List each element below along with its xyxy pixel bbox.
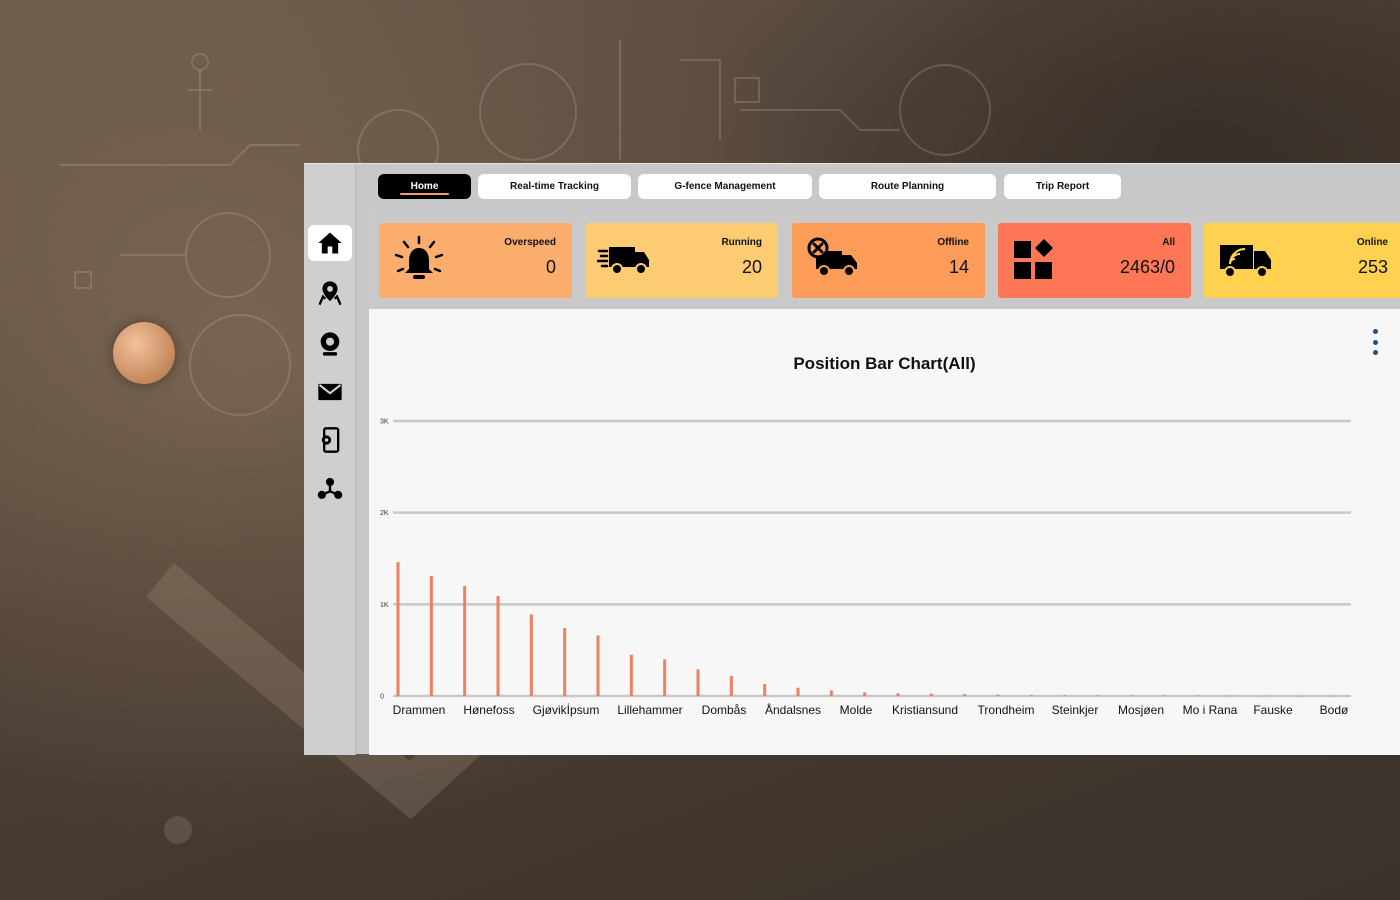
bar[interactable] — [1029, 694, 1033, 696]
sidebar-item-camera[interactable] — [308, 326, 352, 362]
bar[interactable] — [529, 614, 533, 696]
y-tick-label: 0 — [380, 694, 384, 701]
map-pin-icon — [318, 281, 342, 306]
card-value: 20 — [741, 257, 762, 277]
bar[interactable] — [463, 586, 467, 696]
sidebar-item-device-settings[interactable] — [308, 422, 352, 458]
chart-plot: 0 1K 2K 3K Drammen Hønefoss Gjøvikİpsum Lilleha… — [380, 419, 1351, 717]
mobile-settings-icon — [321, 427, 340, 453]
bar[interactable] — [829, 690, 833, 697]
bar[interactable] — [963, 694, 967, 696]
card-running[interactable]: Running 20 — [585, 223, 778, 298]
bar[interactable] — [629, 654, 633, 696]
y-tick-label: 2K — [380, 510, 389, 517]
x-tick-label: Åndalsnes — [765, 702, 821, 717]
bar[interactable] — [1129, 695, 1133, 696]
x-tick-label: Dombås — [702, 703, 747, 717]
bar[interactable] — [563, 628, 567, 696]
card-label: Online — [1356, 237, 1388, 248]
sidebar-item-tracking[interactable] — [308, 275, 352, 311]
alarm-bell-icon — [394, 235, 444, 279]
card-value: 14 — [948, 257, 969, 277]
bar[interactable] — [1329, 695, 1333, 697]
network-icon — [317, 477, 343, 499]
main-content: Overspeed 0 Running 20 Offline 14 All 24… — [369, 213, 1400, 755]
card-label: Overspeed — [504, 237, 556, 248]
bar[interactable] — [763, 684, 767, 696]
card-label: Running — [721, 237, 762, 248]
bar[interactable] — [1096, 695, 1100, 696]
card-online[interactable]: Online 253 — [1204, 223, 1400, 298]
x-tick-label: Drammen — [393, 703, 446, 717]
bar[interactable] — [429, 575, 433, 696]
tab-label: Route Planning — [870, 181, 945, 192]
tab-g-fence-management[interactable]: G-fence Management — [638, 174, 812, 199]
x-tick-label: Molde — [840, 703, 873, 717]
x-tick-label: Mosjøen — [1118, 703, 1164, 717]
bar[interactable] — [696, 669, 700, 696]
x-tick-label: Lillehammer — [617, 703, 682, 717]
bar[interactable] — [1296, 695, 1300, 697]
bar[interactable] — [896, 693, 900, 696]
bar[interactable] — [396, 562, 400, 696]
card-label: All — [1162, 237, 1175, 248]
card-value: 2463/0 — [1119, 257, 1175, 277]
bar[interactable] — [996, 694, 1000, 696]
truck-wifi-icon — [1220, 245, 1271, 278]
sidebar-item-home[interactable] — [308, 225, 352, 261]
tab-real-time-tracking[interactable]: Real-time Tracking — [478, 174, 631, 199]
position-bar-chart: Position Bar Chart(All) 0 1K 2K 3K Drammen Hø… — [369, 309, 1400, 755]
bar[interactable] — [1163, 695, 1167, 696]
x-tick-label: Fauske — [1253, 703, 1293, 717]
bar[interactable] — [663, 659, 667, 696]
y-tick-label: 3K — [380, 419, 389, 426]
tab-label: Trip Report — [1035, 181, 1090, 192]
speeding-truck-icon — [597, 247, 649, 275]
x-tick-label: Trondheim — [978, 703, 1035, 717]
apps-grid-icon — [1014, 239, 1053, 279]
bar[interactable] — [796, 687, 800, 696]
tab-home[interactable]: Home — [378, 174, 471, 199]
card-value: 253 — [1357, 257, 1388, 277]
tab-label: Real-time Tracking — [510, 181, 599, 192]
sidebar-item-messages[interactable] — [308, 374, 352, 410]
decorative-orb — [113, 322, 175, 384]
card-value: 0 — [545, 257, 556, 277]
card-label: Offline — [937, 237, 969, 248]
tab-route-planning[interactable]: Route Planning — [819, 174, 996, 199]
tab-label: G-fence Management — [674, 181, 776, 192]
x-tick-label: Mo i Rana — [1183, 703, 1238, 717]
card-offline[interactable]: Offline 14 — [792, 223, 985, 298]
mail-icon — [318, 383, 342, 401]
webcam-icon — [320, 332, 340, 356]
card-overspeed[interactable]: Overspeed 0 — [379, 223, 572, 298]
bar[interactable] — [1229, 695, 1233, 697]
tab-trip-report[interactable]: Trip Report — [1004, 174, 1121, 199]
x-tick-label: Bodø — [1320, 703, 1349, 717]
app-window: Home Real-time Tracking G-fence Manageme… — [304, 163, 1400, 755]
bar[interactable] — [596, 635, 600, 697]
bar[interactable] — [496, 596, 500, 696]
x-tick-label: Hønefoss — [463, 703, 514, 717]
tab-label: Home — [410, 181, 439, 192]
card-all[interactable]: All 2463/0 — [998, 223, 1191, 298]
sidebar-item-network[interactable] — [308, 471, 352, 507]
status-cards: Overspeed 0 Running 20 Offline 14 All 24… — [369, 213, 1400, 309]
bar[interactable] — [863, 692, 867, 696]
bar[interactable] — [1263, 695, 1267, 697]
y-tick-label: 1K — [380, 602, 389, 609]
home-icon — [318, 232, 342, 254]
truck-offline-icon — [807, 237, 857, 277]
bar[interactable] — [729, 675, 733, 696]
bar[interactable] — [1196, 695, 1200, 697]
sidebar — [304, 164, 356, 755]
x-tick-label: Gjøvikİpsum — [533, 703, 600, 717]
x-tick-label: Kristiansund — [892, 703, 958, 717]
bar[interactable] — [1063, 695, 1067, 696]
bar[interactable] — [929, 693, 933, 696]
x-tick-label: Steinkjer — [1052, 703, 1099, 717]
